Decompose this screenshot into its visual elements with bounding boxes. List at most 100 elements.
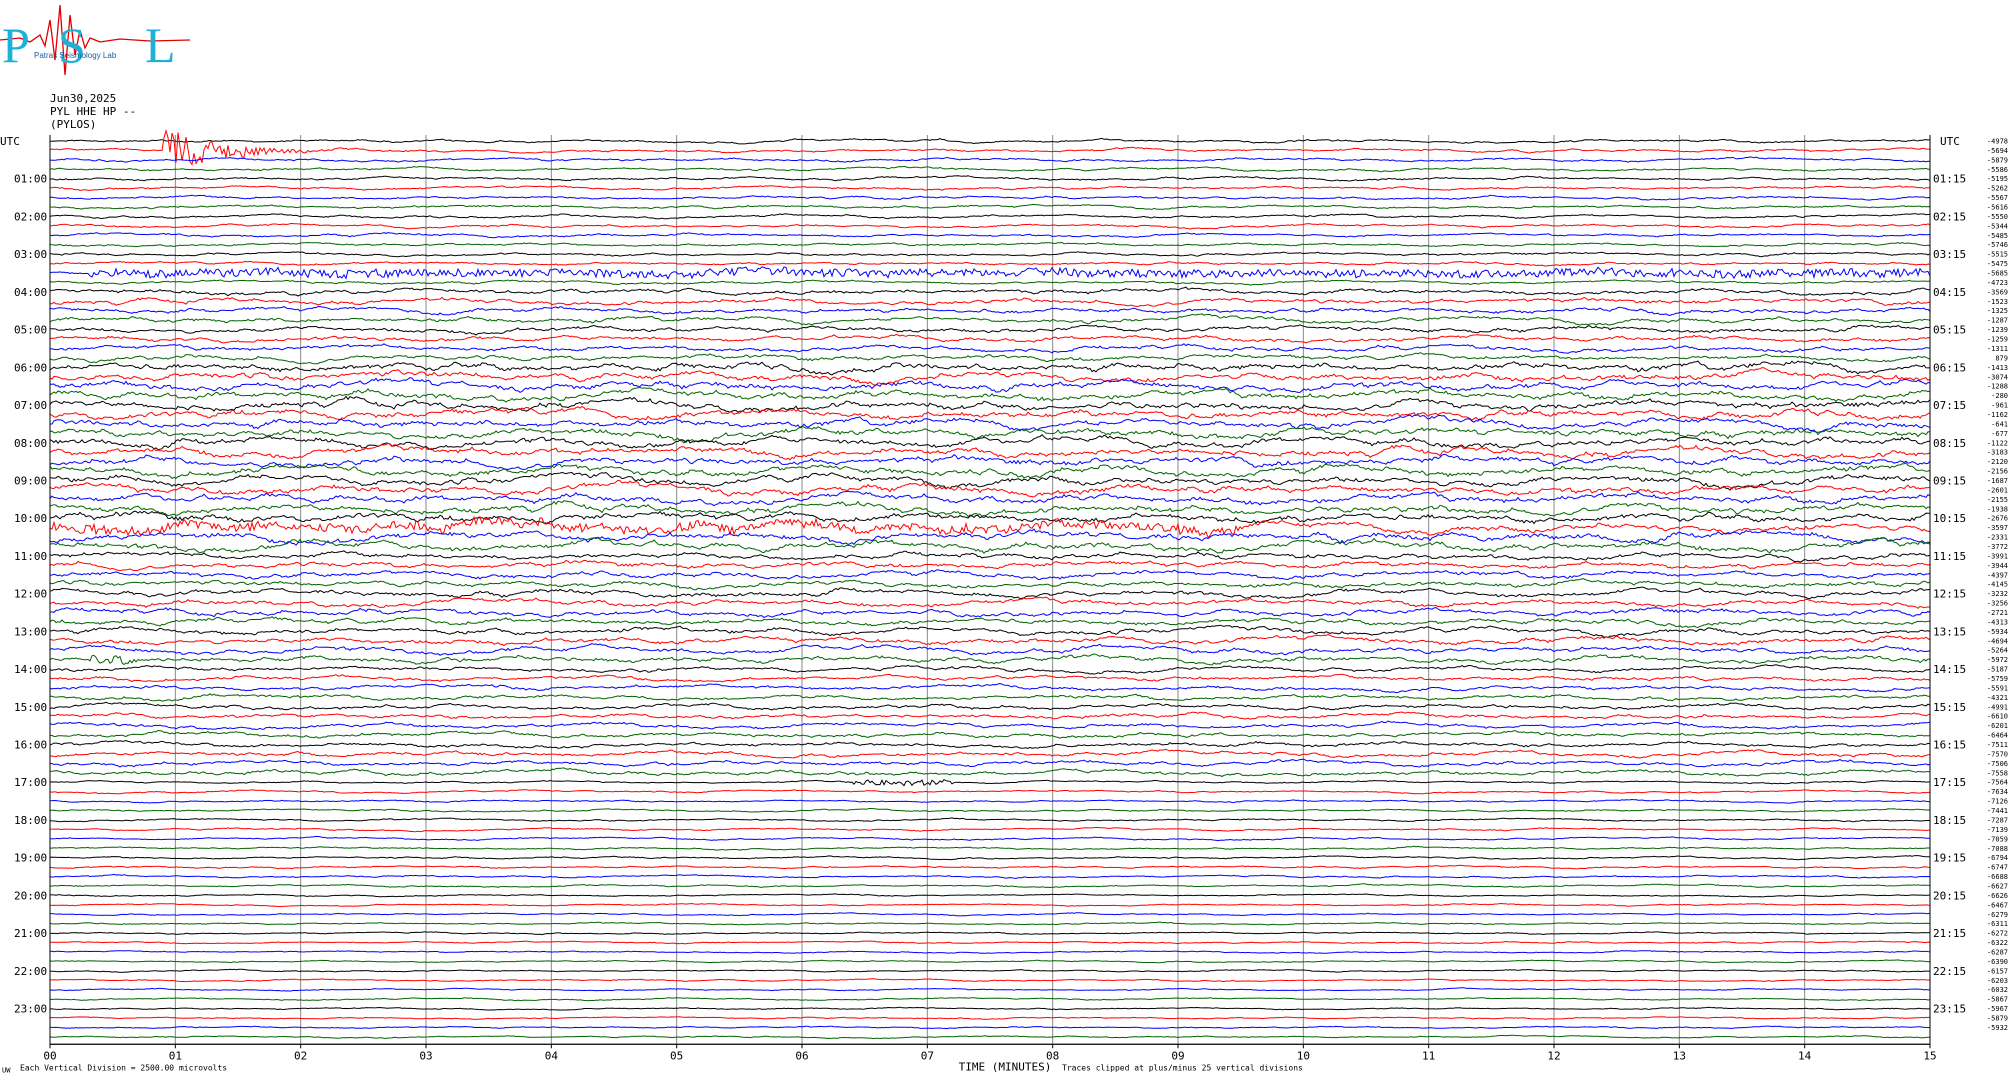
trace-offset-value: -5475 — [1987, 260, 2008, 268]
seismic-trace — [49, 296, 1931, 307]
trace-offset-value: -1259 — [1987, 336, 2008, 344]
x-tick-label: 12 — [1547, 1049, 1560, 1062]
seismic-trace — [49, 156, 1931, 163]
seismic-trace — [49, 615, 1930, 629]
logo-subtitle: Patras Seismology Lab — [34, 51, 117, 60]
trace-offset-value: -3944 — [1987, 562, 2008, 570]
trace-offset-value: -6272 — [1987, 930, 2008, 938]
trace-offset-value: -6794 — [1987, 854, 2008, 862]
seismic-trace — [50, 978, 1931, 983]
seismic-trace — [49, 203, 1931, 210]
right-hour-label: 02:15 — [1933, 210, 1966, 223]
seismic-trace — [49, 405, 1931, 421]
trace-offset-value: -3569 — [1987, 288, 2008, 296]
seismic-trace — [49, 835, 1930, 842]
x-tick-label: 14 — [1798, 1049, 1812, 1062]
left-hour-label: 10:00 — [14, 512, 47, 525]
seismic-trace — [49, 893, 1931, 898]
trace-offset-value: -5932 — [1987, 1024, 2008, 1032]
seismic-trace — [49, 959, 1931, 964]
trace-offset-value: -677 — [1991, 430, 2008, 438]
left-hour-label: 02:00 — [14, 210, 47, 223]
trace-offset-value: -961 — [1991, 402, 2008, 410]
trace-offset-value: -5759 — [1987, 675, 2008, 683]
trace-offset-value: -5264 — [1987, 647, 2008, 655]
seismic-trace — [50, 808, 1931, 813]
seismic-trace — [49, 333, 1931, 344]
trace-offset-value: -3074 — [1987, 373, 2008, 381]
trace-offset-value: -4723 — [1987, 279, 2008, 287]
trace-offset-value: 879 — [1995, 354, 2008, 362]
trace-offset-value: -7511 — [1987, 741, 2008, 749]
seismic-trace — [49, 213, 1930, 220]
seismic-trace — [49, 569, 1931, 581]
left-hour-label: 20:00 — [14, 889, 47, 902]
right-hour-label: 03:15 — [1933, 248, 1966, 261]
seismic-trace — [50, 711, 1931, 720]
trace-offset-value: -7634 — [1987, 788, 2008, 796]
seismic-trace — [49, 324, 1931, 336]
trace-offset-value: -3232 — [1987, 590, 2008, 598]
seismic-trace — [49, 855, 1931, 861]
trace-offset-value: -7558 — [1987, 769, 2008, 777]
plot-date: Jun30,2025 — [50, 92, 117, 105]
seismic-trace — [50, 748, 1931, 759]
right-hour-label: 07:15 — [1933, 399, 1966, 412]
scale-note: Each Vertical Division = 2500.00 microvo… — [20, 1063, 227, 1072]
trace-offset-value: -7139 — [1987, 826, 2008, 834]
left-hour-label: 09:00 — [14, 474, 47, 487]
trace-offset-value: -1287 — [1987, 317, 2008, 325]
seismic-trace — [49, 987, 1930, 992]
seismic-trace — [49, 997, 1931, 1002]
seismic-trace — [49, 1016, 1931, 1020]
seismic-trace — [49, 260, 1931, 267]
left-hour-label: 01:00 — [14, 173, 47, 186]
minute-gridlines — [174, 135, 1806, 1045]
right-hour-label: 13:15 — [1933, 625, 1966, 638]
x-tick-label: 06 — [795, 1049, 808, 1062]
seismic-trace — [49, 175, 1931, 182]
trace-offset-value: -7059 — [1987, 835, 2008, 843]
trace-offset-value: -5934 — [1987, 628, 2008, 636]
trace-offset-value: -7287 — [1987, 816, 2008, 824]
seismic-trace — [49, 912, 1931, 917]
right-hour-label: 11:15 — [1933, 550, 1966, 563]
seismic-trace — [49, 165, 1931, 173]
axes — [49, 135, 1931, 1049]
trace-offset-value: -2156 — [1987, 468, 2008, 476]
right-hour-label: 15:15 — [1933, 701, 1966, 714]
seismic-trace — [49, 578, 1931, 591]
x-tick-label: 04 — [545, 1049, 559, 1062]
trace-offset-value: -5485 — [1987, 232, 2008, 240]
seismic-trace — [49, 931, 1931, 936]
trace-offset-value: -1523 — [1987, 298, 2008, 306]
seismic-trace — [49, 739, 1931, 749]
seismic-trace — [49, 653, 1931, 666]
trace-offset-value: -280 — [1991, 392, 2008, 400]
seismic-trace — [49, 1025, 1931, 1030]
trace-offset-value: -5567 — [1987, 194, 2008, 202]
left-hour-label: 08:00 — [14, 437, 47, 450]
seismic-trace — [49, 682, 1931, 694]
right-axis-title: UTC — [1940, 135, 1960, 148]
seismic-trace — [49, 701, 1931, 711]
trace-offset-value: -6032 — [1987, 986, 2008, 994]
right-hour-label: 22:15 — [1933, 965, 1966, 978]
seismic-trace — [49, 453, 1931, 471]
trace-offset-value: -5879 — [1987, 1014, 2008, 1022]
seismic-trace — [50, 949, 1931, 954]
seismic-trace — [49, 1034, 1931, 1040]
seismic-trace — [49, 596, 1930, 609]
seismic-trace — [49, 479, 1931, 498]
trace-offset-value: -5972 — [1987, 656, 2008, 664]
seismic-trace — [49, 286, 1931, 297]
trace-offset-value: -1288 — [1987, 383, 2008, 391]
seismic-trace — [49, 185, 1931, 191]
seismic-trace — [49, 137, 1931, 145]
trace-offset-value: -6627 — [1987, 882, 2008, 890]
trace-offset-value: -2331 — [1987, 534, 2008, 542]
seismic-trace — [49, 902, 1931, 908]
seismic-trace — [49, 360, 1931, 376]
left-hour-label: 23:00 — [14, 1003, 47, 1016]
trace-offset-value: -6688 — [1987, 873, 2008, 881]
